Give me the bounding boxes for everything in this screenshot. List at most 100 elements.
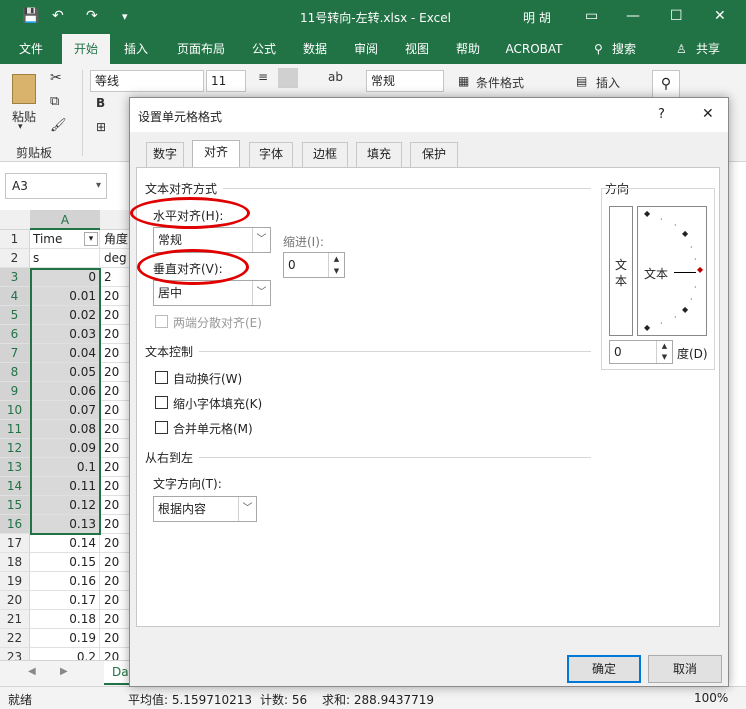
cell-b[interactable]: 20 <box>100 496 130 515</box>
row-header[interactable]: 14 <box>0 477 30 496</box>
tab-view[interactable]: 视图 <box>396 34 438 64</box>
font-name-box[interactable]: 等线 <box>90 70 204 92</box>
justify-distributed-checkbox[interactable] <box>155 315 168 328</box>
cell-b[interactable]: 20 <box>100 515 130 534</box>
search-label[interactable]: 搜索 <box>612 34 636 64</box>
customize-qat-icon[interactable]: ▾ <box>122 10 128 23</box>
row-header[interactable]: 15 <box>0 496 30 515</box>
cell-a[interactable]: 0.19 <box>30 629 100 648</box>
font-size-box[interactable]: 11 <box>206 70 246 92</box>
ribbon-display-icon[interactable]: ▭ <box>585 8 598 24</box>
cell-b[interactable]: 20 <box>100 306 130 325</box>
save-icon[interactable]: 💾 <box>22 8 39 24</box>
tab-file[interactable]: 文件 <box>8 34 54 64</box>
tab-data[interactable]: 数据 <box>294 34 336 64</box>
row-header[interactable]: 13 <box>0 458 30 477</box>
align-top-icon[interactable]: ≡ <box>258 70 268 84</box>
tab-font[interactable]: 字体 <box>249 142 293 167</box>
cell-a[interactable]: 0.02 <box>30 306 100 325</box>
tab-formulas[interactable]: 公式 <box>243 34 285 64</box>
user-icon[interactable]: ♙ <box>676 34 687 64</box>
sheet-tab[interactable]: Da <box>104 661 130 685</box>
cancel-button[interactable]: 取消 <box>648 655 722 683</box>
cell-b[interactable]: 20 <box>100 382 130 401</box>
number-format-box[interactable]: 常规 <box>366 70 444 92</box>
row-header[interactable]: 6 <box>0 325 30 344</box>
row-header[interactable]: 7 <box>0 344 30 363</box>
cell-b[interactable]: 20 <box>100 420 130 439</box>
row-header[interactable]: 4 <box>0 287 30 306</box>
cell-a[interactable]: 0.13 <box>30 515 100 534</box>
cell-a[interactable]: 0.04 <box>30 344 100 363</box>
scroll-left-icon[interactable]: ◀ <box>28 666 36 677</box>
cell-a[interactable]: 0.06 <box>30 382 100 401</box>
spin-arrows-icon[interactable]: ▲ ▼ <box>656 341 672 363</box>
tab-review[interactable]: 审阅 <box>345 34 387 64</box>
worksheet-grid[interactable]: 1 Time 角度 ▾ 2 s deg 3 0 2 4 0.01 20 5 0.02 20 6 0.03 20 7 0.… <box>0 230 130 680</box>
cell-b[interactable]: 20 <box>100 363 130 382</box>
bold-button[interactable]: B <box>96 96 105 110</box>
cell-b[interactable]: 20 <box>100 572 130 591</box>
cell-b[interactable]: 20 <box>100 553 130 572</box>
maximize-icon[interactable]: ☐ <box>670 8 683 24</box>
cell-a[interactable]: 0.05 <box>30 363 100 382</box>
row-header[interactable]: 19 <box>0 572 30 591</box>
paste-button[interactable]: 粘贴 <box>12 108 36 125</box>
cell-a[interactable]: 0.03 <box>30 325 100 344</box>
help-button[interactable]: ? <box>658 107 665 122</box>
tab-number[interactable]: 数字 <box>146 142 184 167</box>
cell-b[interactable]: 20 <box>100 629 130 648</box>
conditional-format-button[interactable]: 条件格式 <box>476 74 524 91</box>
ok-button[interactable]: 确定 <box>567 655 641 683</box>
row-header[interactable]: 18 <box>0 553 30 572</box>
row-header[interactable]: 5 <box>0 306 30 325</box>
tab-page-layout[interactable]: 页面布局 <box>168 34 234 64</box>
cell-a[interactable]: 0.18 <box>30 610 100 629</box>
row-header[interactable]: 2 <box>0 249 30 268</box>
paste-dropdown-icon[interactable]: ▾ <box>18 122 23 132</box>
cell-b[interactable]: 2 <box>100 268 130 287</box>
cell-b[interactable]: 20 <box>100 610 130 629</box>
orientation-handle-icon[interactable]: ◆ <box>697 265 703 274</box>
indent-spinner[interactable]: 0 ▲ ▼ <box>283 252 345 278</box>
cut-icon[interactable]: ✂ <box>50 70 62 86</box>
cell-b[interactable]: 20 <box>100 344 130 363</box>
row-header[interactable]: 17 <box>0 534 30 553</box>
cell-a[interactable]: 0.12 <box>30 496 100 515</box>
row-header[interactable]: 1 <box>0 230 30 249</box>
cell-b[interactable]: 20 <box>100 401 130 420</box>
vertical-text-box[interactable]: 文本 <box>609 206 633 336</box>
user-name[interactable]: 明 胡 <box>523 9 551 26</box>
cell-b[interactable]: 20 <box>100 439 130 458</box>
shrink-to-fit-checkbox[interactable] <box>155 396 168 409</box>
cell-a[interactable]: 0.16 <box>30 572 100 591</box>
find-icon[interactable]: ⚲ <box>652 70 680 98</box>
row-header[interactable]: 8 <box>0 363 30 382</box>
name-box-dropdown-icon[interactable]: ▾ <box>96 174 101 198</box>
cell-a[interactable]: 0.14 <box>30 534 100 553</box>
cell-a[interactable]: 0.11 <box>30 477 100 496</box>
column-header-a[interactable]: A <box>30 210 100 230</box>
row-header[interactable]: 16 <box>0 515 30 534</box>
tab-protection[interactable]: 保护 <box>410 142 458 167</box>
cell-b[interactable]: 20 <box>100 477 130 496</box>
cell-a[interactable]: 0.08 <box>30 420 100 439</box>
cell-b[interactable]: 20 <box>100 325 130 344</box>
row-header[interactable]: 12 <box>0 439 30 458</box>
tab-insert[interactable]: 插入 <box>114 34 158 64</box>
merge-cells-checkbox[interactable] <box>155 421 168 434</box>
cell-a[interactable]: 0.15 <box>30 553 100 572</box>
spin-arrows-icon[interactable]: ▲ ▼ <box>328 253 344 277</box>
cell-a[interactable]: s <box>30 249 100 268</box>
row-header[interactable]: 10 <box>0 401 30 420</box>
row-header[interactable]: 22 <box>0 629 30 648</box>
cell-a[interactable]: 0.01 <box>30 287 100 306</box>
text-direction-select[interactable]: 根据内容 ﹀ <box>153 496 257 522</box>
tab-fill[interactable]: 填充 <box>356 142 402 167</box>
tab-acrobat[interactable]: ACROBAT <box>498 34 570 64</box>
copy-icon[interactable]: ⧉ <box>50 94 59 109</box>
dialog-close-icon[interactable]: ✕ <box>702 106 714 122</box>
degree-spinner[interactable]: 0 ▲ ▼ <box>609 340 673 364</box>
cell-b[interactable]: 20 <box>100 534 130 553</box>
row-header[interactable]: 3 <box>0 268 30 287</box>
